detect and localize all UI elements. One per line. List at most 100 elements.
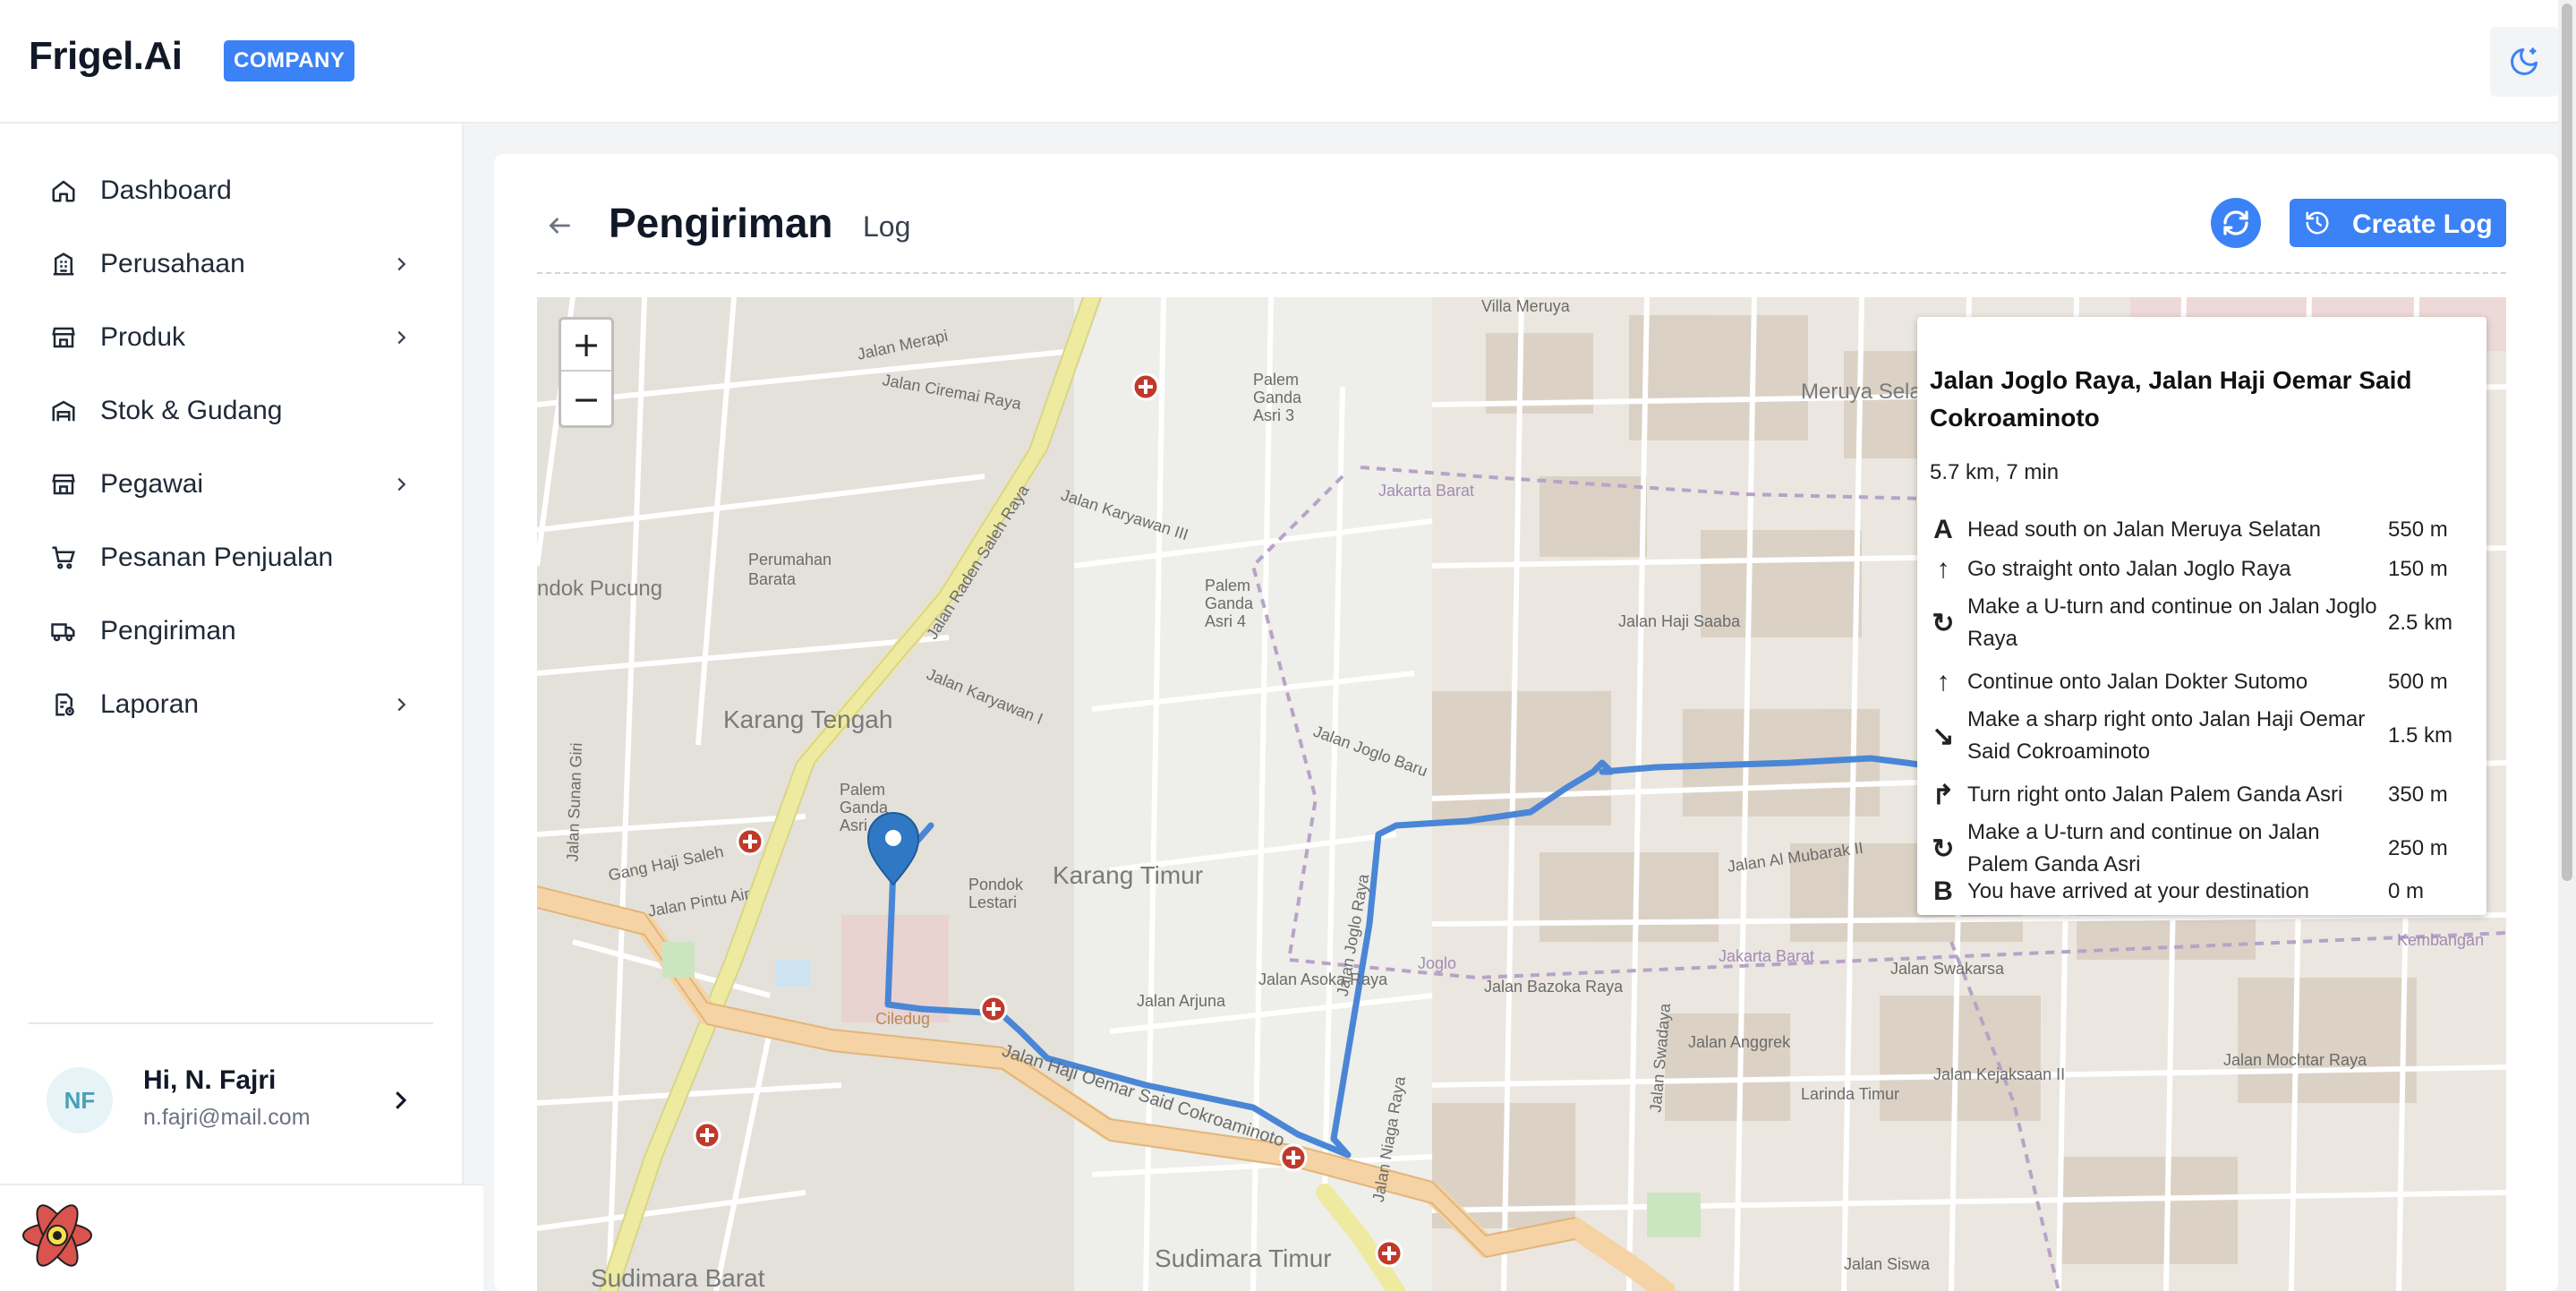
history-icon: [2306, 211, 2329, 235]
sidebar-item-label: Produk: [100, 322, 186, 352]
sidebar-item-laporan[interactable]: Laporan: [0, 673, 464, 736]
store-icon: [50, 471, 77, 498]
avatar: NF: [47, 1067, 113, 1133]
route-title: Jalan Joglo Raya, Jalan Haji Oemar Said …: [1930, 366, 2412, 432]
arrow-left-icon: [549, 218, 570, 234]
sidebar-item-pegawai[interactable]: Pegawai: [0, 453, 464, 516]
cart-icon: [50, 544, 77, 571]
react-devtools-icon[interactable]: [20, 1198, 95, 1273]
app-root: Frigel.Ai COMPANY Dashboard Perusahaan P…: [0, 0, 2576, 1291]
map-label: Jalan Siswa: [1844, 1255, 1931, 1273]
sidebar-item-perusahaan[interactable]: Perusahaan: [0, 233, 464, 295]
company-badge: COMPANY: [224, 40, 355, 81]
direction-text: Continue onto Jalan Dokter Sutomo: [1967, 670, 2308, 694]
chevron-right-icon: [390, 474, 412, 495]
sidebar-item-label: Stok & Gudang: [100, 396, 283, 425]
map-label: Kembangan: [2397, 931, 2485, 949]
map-label: Jalan Arjuna: [1137, 992, 1226, 1010]
create-log-button[interactable]: Create Log: [2290, 199, 2506, 247]
map-label: Jalan Kejaksaan II: [1933, 1065, 2066, 1083]
map-label: Ciledug: [875, 1010, 931, 1028]
map-label: ndok Pucung: [537, 577, 663, 601]
start-marker-icon: A: [1933, 515, 1953, 544]
sidebar-item-pesanan-penjualan[interactable]: Pesanan Penjualan: [0, 526, 464, 589]
sidebar: Dashboard Perusahaan Produk Stok & Gudan…: [0, 124, 464, 1291]
direction-text: Go straight onto Jalan Joglo Raya: [1967, 557, 2291, 581]
direction-text: Make a U-turn and continue on Jalan Pale…: [1967, 820, 2320, 876]
scrollbar-thumb[interactable]: [2562, 4, 2572, 881]
back-button[interactable]: [542, 208, 578, 244]
refresh-icon: [2223, 210, 2248, 235]
top-header: Frigel.Ai COMPANY: [0, 0, 2576, 124]
map-label: Villa Meruya: [1481, 297, 1570, 315]
moon-icon: [2511, 47, 2538, 75]
building-icon: [50, 251, 77, 278]
map-label: Karang Timur: [1053, 861, 1204, 889]
map-label: Jakarta Barat: [1719, 947, 1815, 965]
map-label: Palem Ganda Asri 4: [1205, 577, 1254, 630]
map-label: Karang Tengah: [723, 705, 893, 733]
turn-right-icon: ↱: [1932, 780, 1955, 810]
map-label: Jalan Haji Saaba: [1618, 612, 1741, 630]
map-label: Jakarta Barat: [1378, 482, 1475, 500]
direction-distance: 0 m: [2388, 879, 2425, 903]
chevron-right-icon: [396, 1091, 407, 1109]
u-turn-icon: ↻: [1932, 834, 1955, 864]
direction-distance: 150 m: [2388, 557, 2448, 581]
user-profile-card[interactable]: NF Hi, N. Fajri n.fajri@mail.com: [29, 1060, 433, 1141]
chevron-right-icon: [390, 694, 412, 715]
straight-arrow-icon: ↑: [1936, 554, 1950, 584]
u-turn-icon: ↻: [1932, 608, 1955, 638]
theme-toggle-button[interactable]: [2490, 27, 2558, 97]
zoom-control: + −: [559, 317, 614, 428]
end-marker-icon: B: [1933, 876, 1953, 906]
map-label: Jalan Asoka Raya: [1258, 970, 1388, 988]
page-subtitle: Log: [863, 210, 911, 243]
direction-distance: 350 m: [2388, 782, 2448, 807]
direction-distance: 2.5 km: [2388, 611, 2453, 635]
sidebar-item-label: Dashboard: [100, 175, 232, 205]
map-label: Jalan Swakarsa: [1890, 960, 2005, 978]
direction-text: Make a U-turn and continue on Jalan Jogl…: [1967, 594, 2377, 651]
sidebar-item-stok-gudang[interactable]: Stok & Gudang: [0, 380, 464, 442]
direction-text: Make a sharp right onto Jalan Haji Oemar…: [1967, 707, 2366, 764]
map-label: Perumahan Barata: [748, 551, 832, 588]
warehouse-icon: [50, 398, 77, 424]
zoom-out-button[interactable]: −: [561, 373, 611, 425]
route-summary: 5.7 km, 7 min: [1930, 460, 2060, 484]
header-divider: [537, 272, 2506, 274]
map-label: Palem Ganda Asri: [840, 781, 889, 834]
map-label: Jalan Mochtar Raya: [2223, 1051, 2367, 1069]
map-label: Larinda Timur: [1801, 1085, 1900, 1103]
direction-distance: 1.5 km: [2388, 723, 2453, 748]
direction-text: Turn right onto Jalan Palem Ganda Asri: [1967, 782, 2343, 807]
map-label: Palem Ganda Asri 3: [1253, 371, 1302, 424]
brand-logo[interactable]: Frigel.Ai: [29, 34, 183, 79]
map-label: Sudimara Timur: [1155, 1244, 1332, 1272]
direction-distance: 500 m: [2388, 670, 2448, 694]
page-scrollbar[interactable]: [2558, 0, 2576, 1291]
map-label: Sudimara Barat: [591, 1264, 765, 1291]
report-icon: [50, 691, 77, 718]
direction-text: You have arrived at your destination: [1967, 879, 2310, 903]
direction-distance: 550 m: [2388, 517, 2448, 542]
sidebar-item-label: Pegawai: [100, 469, 204, 499]
chevron-right-icon: [390, 253, 412, 275]
map-label: Jalan Anggrek: [1688, 1033, 1791, 1051]
directions-panel[interactable]: Jalan Joglo Raya, Jalan Haji Oemar Said …: [1917, 317, 2486, 915]
chevron-right-icon: [390, 327, 412, 348]
sidebar-divider: [29, 1022, 433, 1024]
zoom-in-button[interactable]: +: [561, 320, 611, 372]
sidebar-item-label: Pengiriman: [100, 616, 236, 646]
user-greeting: Hi, N. Fajri: [143, 1065, 277, 1095]
sidebar-item-produk[interactable]: Produk: [0, 306, 464, 369]
sidebar-item-label: Pesanan Penjualan: [100, 543, 334, 572]
sidebar-item-dashboard[interactable]: Dashboard: [0, 159, 464, 222]
map-label: Pondok Lestari: [968, 876, 1024, 911]
straight-arrow-icon: ↑: [1936, 667, 1950, 697]
sidebar-item-label: Laporan: [100, 689, 200, 719]
refresh-button[interactable]: [2211, 198, 2261, 248]
sharp-right-icon: ↘: [1932, 721, 1955, 751]
sidebar-item-pengiriman[interactable]: Pengiriman: [0, 600, 464, 663]
home-icon: [50, 177, 77, 204]
